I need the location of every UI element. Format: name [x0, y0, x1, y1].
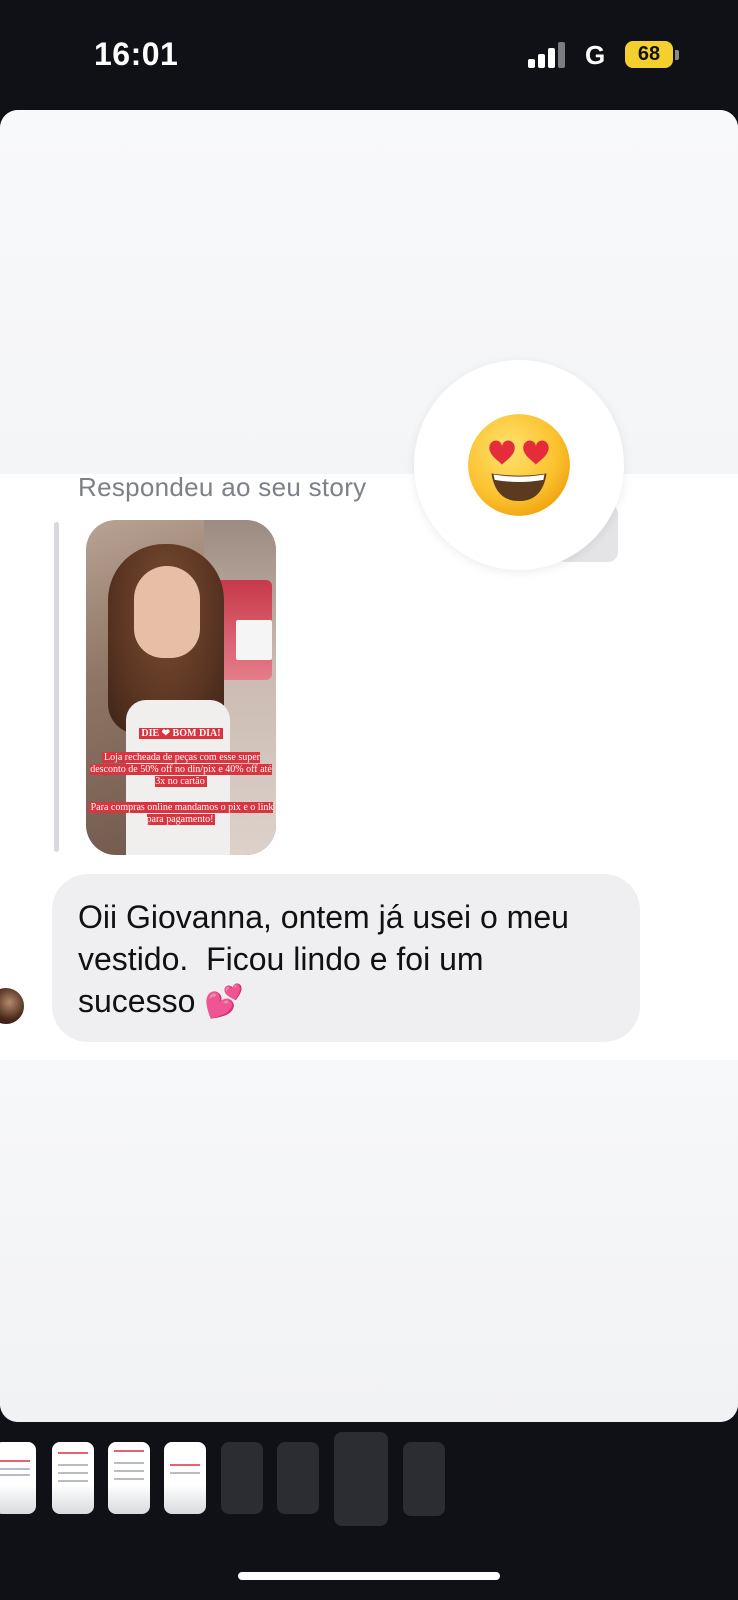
tray-thumbnail[interactable] [52, 1442, 94, 1514]
tray-thumbnail[interactable] [403, 1442, 445, 1516]
tray-thumbnail[interactable] [277, 1442, 319, 1514]
card-bottom-area [0, 1060, 738, 1422]
tray-thumbnail[interactable] [221, 1442, 263, 1514]
home-indicator[interactable] [238, 1572, 500, 1580]
story-thumbnail[interactable]: DIE ❤ BOM DIA! Loja recheada de peças co… [86, 520, 276, 855]
reply-indicator-bar [54, 522, 59, 852]
signal-icon [528, 42, 566, 68]
message-card: Respondeu ao seu story DIE ❤ BOM DIA! Lo… [0, 110, 738, 1422]
tray-thumbnail-selected[interactable] [334, 1432, 388, 1526]
reaction-bubble[interactable] [414, 360, 624, 570]
network-type: G [585, 40, 606, 70]
message-text: Oii Giovanna, ontem já usei o meu vestid… [78, 899, 569, 1019]
status-time: 16:01 [94, 36, 179, 72]
story-caption-1: DIE ❤ BOM DIA! [139, 728, 223, 739]
screenshot-tray [0, 1422, 738, 1552]
story-reply-label: Respondeu ao seu story [78, 472, 367, 502]
battery-icon: 68 [625, 41, 673, 68]
story-caption-2: Loja recheada de peças com esse super de… [90, 752, 272, 787]
battery-level: 68 [637, 43, 661, 65]
tray-thumbnail[interactable] [0, 1442, 36, 1514]
story-sale-sign [236, 620, 272, 660]
heart-eyes-icon [468, 414, 570, 516]
story-person-face [134, 566, 200, 658]
tray-thumbnail[interactable] [108, 1442, 150, 1514]
tray-thumbnail[interactable] [164, 1442, 206, 1514]
story-caption-3: Para compras online mandamos o pix e o l… [88, 802, 274, 825]
card-top-area [0, 110, 738, 474]
battery-cap [675, 50, 679, 60]
message-bubble[interactable]: Oii Giovanna, ontem já usei o meu vestid… [52, 874, 640, 1042]
status-bar: 16:01 G 68 [0, 0, 738, 110]
